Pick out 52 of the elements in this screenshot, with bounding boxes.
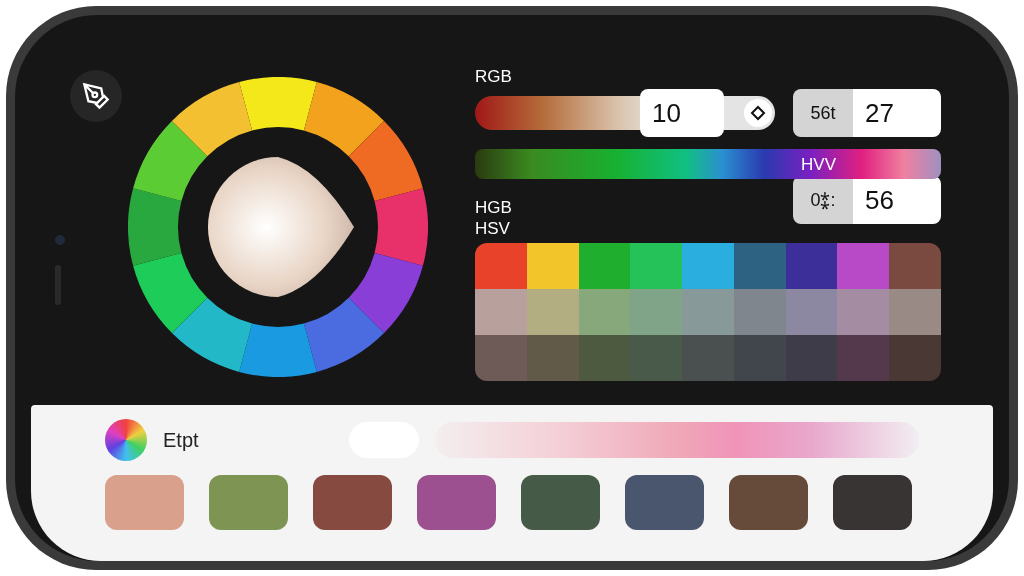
palette-swatch[interactable] [889,243,941,289]
color-swatch[interactable] [209,475,288,530]
palette-swatch[interactable] [526,335,579,381]
palette-swatch[interactable] [475,335,527,381]
slider-track[interactable] [475,96,640,130]
palette-swatch[interactable] [837,243,890,289]
palette-swatch[interactable] [733,289,786,335]
color-swatch[interactable] [729,475,808,530]
palette-swatch[interactable] [785,289,838,335]
palette-swatch[interactable] [682,243,734,289]
color-swatch[interactable] [521,475,600,530]
palette-swatch[interactable] [475,243,527,289]
palette-swatch[interactable] [837,289,890,335]
palette-swatch[interactable] [889,335,941,381]
mode-label[interactable]: HSV [475,218,512,239]
palette-swatch[interactable] [630,335,683,381]
palette-swatch[interactable] [733,335,786,381]
color-swatch[interactable] [417,475,496,530]
palette-swatch[interactable] [682,289,734,335]
palette-swatch[interactable] [578,335,631,381]
slider-thumb[interactable] [744,99,772,127]
palette-swatch[interactable] [475,289,527,335]
hue-bar[interactable]: HVV [475,149,941,179]
palette-swatch[interactable] [526,243,579,289]
color-swatch[interactable] [105,475,184,530]
palette-swatch[interactable] [630,243,683,289]
palette-swatch[interactable] [733,243,786,289]
palette-swatch[interactable] [578,289,631,335]
palette-name: Etpt [163,428,200,453]
palette-swatch[interactable] [682,335,734,381]
palette-swatch[interactable] [785,335,838,381]
pen-nib-icon [82,82,110,110]
mode-label[interactable]: HGB [475,197,512,218]
palette-swatch[interactable] [526,289,579,335]
color-swatch[interactable] [625,475,704,530]
slider-end[interactable] [724,96,775,130]
palette-swatch[interactable] [837,335,890,381]
slider-label: RGB [475,67,513,87]
palette-swatch[interactable] [785,243,838,289]
pen-button[interactable] [70,70,122,122]
tint-bar[interactable] [435,422,919,458]
color-wheel-drawing[interactable] [128,77,428,377]
hue-label: HVV [801,154,836,176]
palette-swatch[interactable] [578,243,631,289]
palette-swatch[interactable] [630,289,683,335]
diamond-icon [750,105,766,121]
color-swatch[interactable] [313,475,392,530]
value-field[interactable]: 10 [640,89,724,137]
camera-icon [55,235,65,245]
color-swatch[interactable] [833,475,912,530]
color-wheel-icon[interactable] [105,419,147,461]
palette-swatch[interactable] [889,289,941,335]
